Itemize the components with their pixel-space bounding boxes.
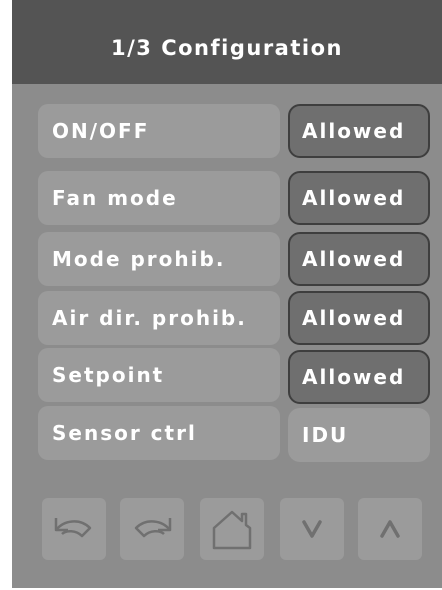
- setting-row-mode-prohib: Mode prohib. Allowed: [12, 228, 442, 286]
- chevron-up-icon: [380, 520, 400, 538]
- setting-row-on-off: ON/OFF Allowed: [12, 104, 442, 160]
- fan-mode-label-button[interactable]: Fan mode: [38, 171, 280, 225]
- mode-prohib-value-button[interactable]: Allowed: [288, 232, 430, 286]
- air-dir-prohib-label-button[interactable]: Air dir. prohib.: [38, 291, 280, 345]
- redo-icon: [134, 518, 172, 538]
- setpoint-value-button[interactable]: Allowed: [288, 350, 430, 404]
- setting-row-fan-mode: Fan mode Allowed: [12, 167, 442, 225]
- undo-button[interactable]: [42, 498, 106, 560]
- home-button[interactable]: [200, 498, 264, 560]
- fan-mode-value-button[interactable]: Allowed: [288, 171, 430, 225]
- navigation-bar: [12, 498, 442, 562]
- setpoint-label-button[interactable]: Setpoint: [38, 348, 280, 402]
- redo-button[interactable]: [120, 498, 184, 560]
- setting-row-setpoint: Setpoint Allowed: [12, 346, 442, 404]
- header-bar: 1/3 Configuration: [12, 0, 442, 84]
- up-button[interactable]: [358, 498, 422, 560]
- chevron-down-icon: [302, 520, 322, 538]
- device-screen: 1/3 Configuration ON/OFF Allowed Fan mod…: [12, 0, 442, 588]
- on-off-label-button[interactable]: ON/OFF: [38, 104, 280, 158]
- down-button[interactable]: [280, 498, 344, 560]
- undo-icon: [54, 518, 92, 538]
- sensor-ctrl-label-button[interactable]: Sensor ctrl: [38, 406, 280, 460]
- setting-row-sensor-ctrl: Sensor ctrl IDU: [12, 406, 442, 462]
- home-icon: [212, 510, 252, 550]
- mode-prohib-label-button[interactable]: Mode prohib.: [38, 232, 280, 286]
- sensor-ctrl-value-button[interactable]: IDU: [288, 408, 430, 462]
- setting-row-air-dir-prohib: Air dir. prohib. Allowed: [12, 287, 442, 345]
- on-off-value-button[interactable]: Allowed: [288, 104, 430, 158]
- air-dir-prohib-value-button[interactable]: Allowed: [288, 291, 430, 345]
- page-title: 1/3 Configuration: [111, 36, 343, 60]
